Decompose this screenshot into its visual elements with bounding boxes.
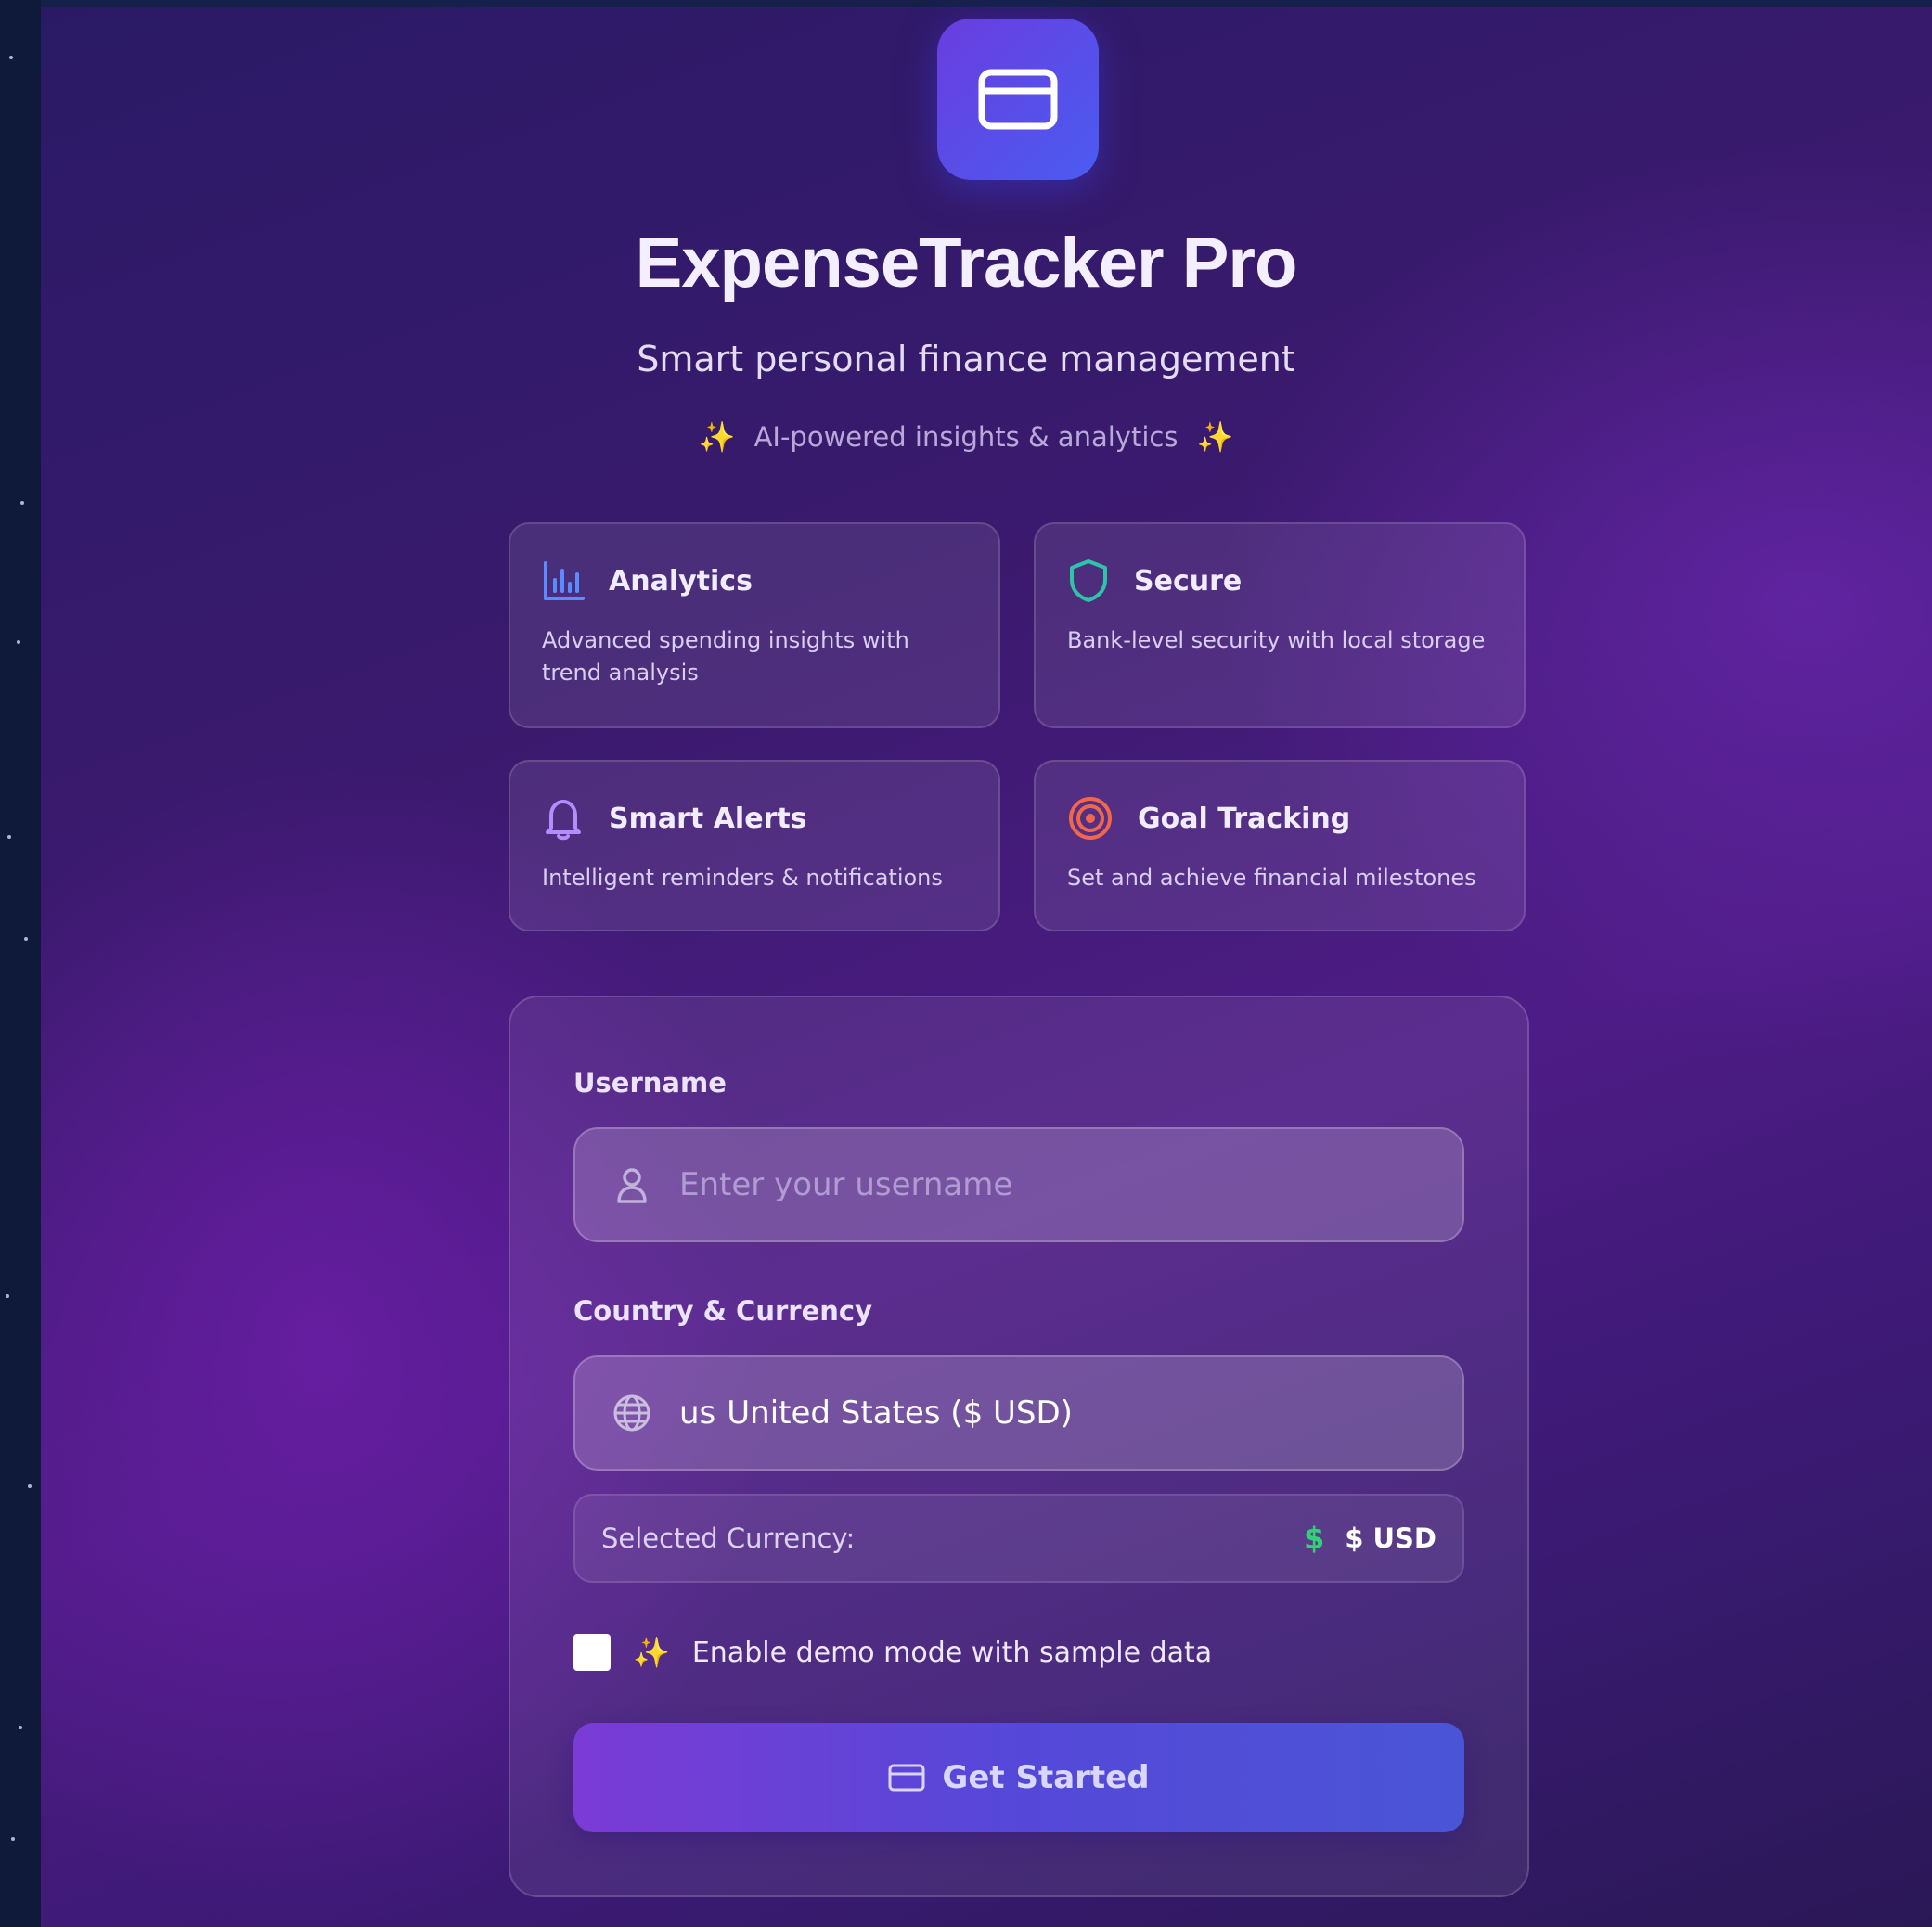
sparkle-icon: ✨ [1196, 419, 1234, 455]
feature-description: Bank-level security with local storage [1067, 627, 1486, 653]
app-title: ExpenseTracker Pro [635, 224, 1298, 302]
app-subtitle: Smart personal finance management [637, 339, 1295, 379]
tagline: ✨ AI-powered insights & analytics ✨ [0, 419, 1932, 455]
app-logo [937, 19, 1099, 180]
selected-currency-value: $ USD [1345, 1522, 1436, 1554]
country-select[interactable]: us United States ($ USD) [573, 1355, 1464, 1471]
sparkle-icon: ✨ [633, 1635, 670, 1670]
feature-title: Goal Tracking [1138, 802, 1351, 835]
shield-icon [1070, 559, 1107, 602]
country-label: Country & Currency [573, 1295, 872, 1327]
feature-title: Secure [1134, 564, 1243, 597]
credit-card-icon [888, 1764, 925, 1792]
feature-card-secure: Secure Bank-level security with local st… [1034, 522, 1526, 728]
sparkle-icon: ✨ [698, 419, 736, 455]
feature-description: Set and achieve financial milestones [1067, 865, 1476, 891]
country-value: United States ($ USD) [727, 1394, 1073, 1432]
target-icon [1069, 797, 1112, 840]
feature-title: Analytics [609, 564, 753, 597]
username-field[interactable]: Enter your username [573, 1127, 1464, 1242]
dollar-icon: $ [1303, 1521, 1325, 1556]
top-edge [41, 0, 1932, 7]
login-form-card: Username Enter your username Country & C… [509, 996, 1529, 1897]
selected-currency-box: Selected Currency: $ $ USD [573, 1494, 1464, 1583]
demo-mode-label[interactable]: Enable demo mode with sample data [692, 1637, 1212, 1669]
feature-card-smart-alerts: Smart Alerts Intelligent reminders & not… [509, 760, 1000, 931]
get-started-label: Get Started [942, 1759, 1150, 1796]
username-label: Username [573, 1067, 727, 1098]
feature-card-goal-tracking: Goal Tracking Set and achieve financial … [1034, 760, 1526, 931]
get-started-button[interactable]: Get Started [573, 1723, 1464, 1832]
feature-title: Smart Alerts [609, 802, 807, 835]
country-flag: us [679, 1394, 716, 1432]
globe-icon [607, 1394, 657, 1432]
username-input[interactable]: Enter your username [679, 1166, 1012, 1203]
selected-currency-label: Selected Currency: [601, 1522, 856, 1554]
feature-card-analytics: Analytics Advanced spending insights wit… [509, 522, 1000, 728]
bell-icon [546, 800, 581, 841]
bar-chart-icon [544, 561, 585, 600]
user-icon [607, 1166, 657, 1203]
credit-card-icon [978, 69, 1058, 130]
demo-mode-option[interactable]: ✨ Enable demo mode with sample data [573, 1634, 1212, 1671]
tagline-text: AI-powered insights & analytics [753, 421, 1179, 453]
feature-description: Advanced spending insights with trend an… [542, 627, 909, 686]
demo-mode-checkbox[interactable] [573, 1634, 611, 1671]
feature-description: Intelligent reminders & notifications [542, 865, 943, 891]
